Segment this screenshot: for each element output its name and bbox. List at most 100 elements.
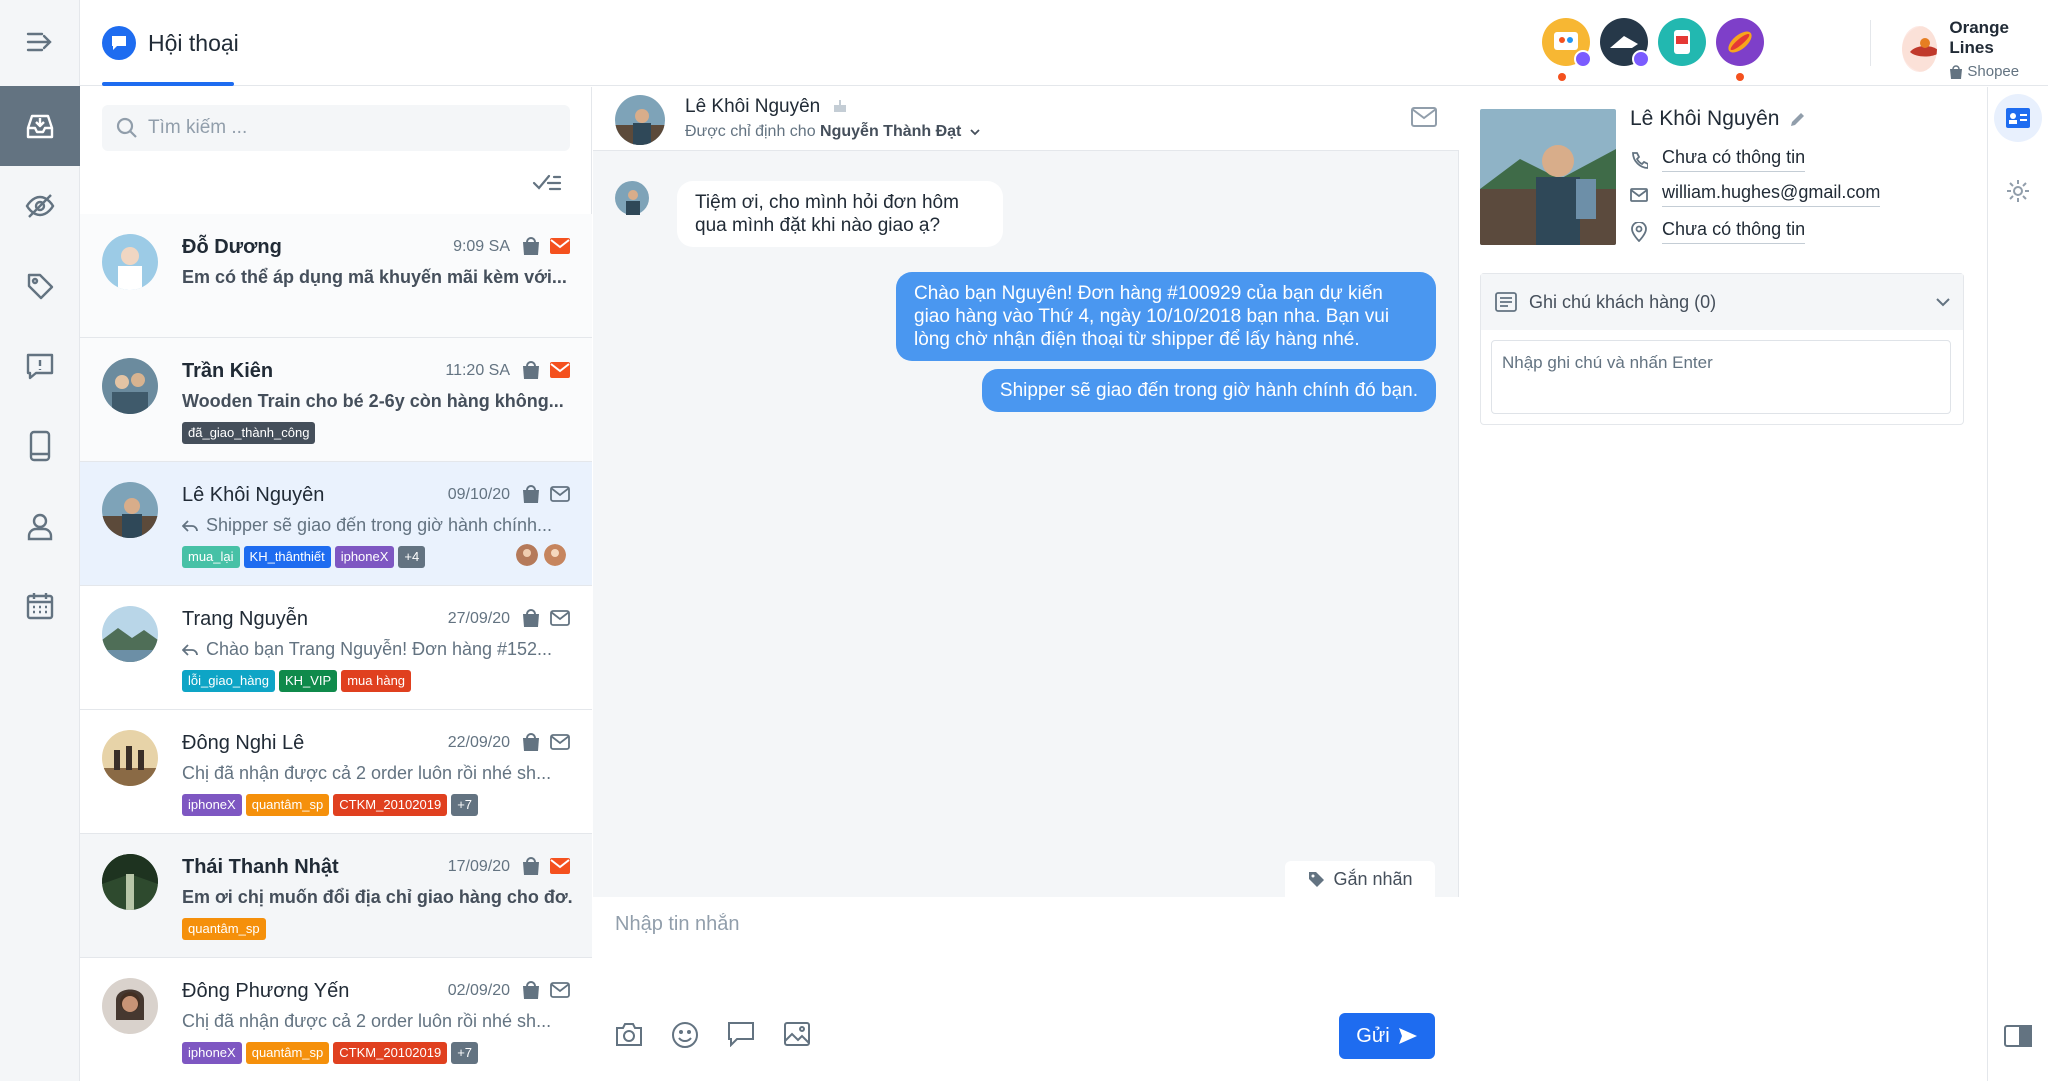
image-gallery-icon[interactable] — [783, 1021, 811, 1047]
tag-list: quantâm_sp — [182, 918, 266, 940]
tag-more[interactable]: +4 — [398, 546, 426, 568]
tag[interactable]: KH_VIP — [278, 670, 338, 692]
email-icon[interactable] — [1411, 107, 1437, 127]
settings-gear-icon[interactable] — [1994, 167, 2042, 215]
contact-name: Đông Phương Yến — [182, 980, 350, 1002]
chat-header: Lê Khôi Nguyên Được chỉ định cho Nguyễn … — [593, 87, 1459, 151]
search-box[interactable] — [102, 105, 570, 151]
timestamp: 9:09 SA — [453, 238, 510, 255]
conversation-item[interactable]: Thái Thanh Nhật 17/09/20 Em ơi chị muốn … — [80, 834, 592, 958]
shopee-icon — [522, 856, 540, 876]
shopee-icon — [522, 360, 540, 380]
tab-conversations[interactable]: Hội thoại — [102, 26, 239, 60]
tag[interactable]: quantâm_sp — [245, 794, 330, 816]
conversation-list: Đỗ Dương 9:09 SA Em có thể áp dụng mã kh… — [80, 87, 592, 1081]
shopee-icon — [522, 980, 540, 1000]
shopee-icon — [522, 732, 540, 752]
avatar — [102, 482, 158, 538]
tag-list: lỗi_giao_hàng KH_VIP mua hàng — [182, 670, 412, 692]
message-input[interactable] — [615, 913, 1435, 973]
search-icon — [116, 117, 137, 138]
page-avatar-2[interactable] — [1600, 18, 1650, 68]
birthday-cake-icon — [833, 100, 846, 112]
note-input[interactable] — [1491, 340, 1951, 414]
unread-mail-icon — [550, 362, 570, 378]
camera-icon[interactable] — [615, 1021, 643, 1047]
page-avatar-3[interactable] — [1658, 18, 1706, 66]
calendar-icon[interactable] — [0, 566, 80, 646]
page-title: Hội thoại — [148, 29, 239, 56]
page-avatar-1[interactable] — [1542, 18, 1592, 68]
conversation-item[interactable]: Đông Phương Yến 02/09/20 Chị đã nhận đượ… — [80, 958, 592, 1081]
shop-avatar — [1902, 26, 1938, 72]
timestamp: 22/09/20 — [447, 734, 510, 751]
shop-switcher[interactable]: Orange Lines Shopee — [1902, 18, 2048, 80]
tag[interactable]: mua_lại — [182, 546, 240, 568]
tag[interactable]: iphoneX — [334, 546, 395, 568]
timestamp: 17/09/20 — [447, 858, 510, 875]
search-input[interactable] — [148, 117, 548, 139]
customer-phone-row[interactable]: Chưa có thông tin — [1630, 147, 1806, 172]
mobile-device-icon[interactable] — [0, 406, 80, 486]
tag-more[interactable]: +7 — [451, 794, 479, 816]
add-tag-button[interactable]: Gắn nhãn — [1285, 861, 1435, 897]
message-preview: Chị đã nhận được cả 2 order luôn rồi nhé… — [182, 1011, 552, 1031]
quick-reply-icon[interactable] — [727, 1021, 755, 1047]
conversation-item-selected[interactable]: Lê Khôi Nguyên 09/10/20 Shipper sẽ giao … — [80, 462, 592, 586]
timestamp: 27/09/20 — [447, 610, 510, 627]
chevron-down-icon — [1936, 298, 1950, 307]
tag[interactable]: quantâm_sp — [245, 1042, 330, 1064]
customer-address-row[interactable]: Chưa có thông tin — [1630, 219, 1806, 244]
tag[interactable]: mua hàng — [341, 670, 412, 692]
page-avatar-4[interactable] — [1716, 18, 1764, 66]
menu-collapse-icon[interactable] — [0, 2, 80, 82]
notes-header[interactable]: Ghi chú khách hàng (0) — [1481, 274, 1963, 330]
inbox-icon[interactable] — [0, 86, 80, 166]
contact-card-icon[interactable] — [1994, 94, 2042, 142]
tag[interactable]: đã_giao_thành_công — [182, 422, 316, 444]
toggle-panel-icon[interactable] — [1994, 1012, 2042, 1060]
location-pin-icon — [1631, 221, 1647, 242]
mail-icon — [1630, 187, 1648, 202]
avatar — [102, 234, 158, 290]
reply-icon — [182, 643, 198, 656]
messenger-icon — [1574, 50, 1592, 68]
chat-panel: Lê Khôi Nguyên Được chỉ định cho Nguyễn … — [593, 87, 1459, 1081]
tag[interactable]: CTKM_20102019 — [333, 794, 448, 816]
contact-name: Thái Thanh Nhật — [182, 856, 339, 878]
customer-name: Lê Khôi Nguyên — [1630, 107, 1807, 131]
unread-mail-icon — [550, 858, 570, 874]
mail-icon — [550, 982, 570, 998]
tag[interactable]: KH_thânthiết — [243, 546, 331, 568]
timestamp: 02/09/20 — [447, 982, 510, 999]
send-button[interactable]: Gửi — [1339, 1013, 1435, 1059]
note-icon — [1495, 292, 1517, 312]
tag[interactable]: CTKM_20102019 — [333, 1042, 448, 1064]
emoji-icon[interactable] — [671, 1021, 699, 1049]
user-icon[interactable] — [0, 486, 80, 566]
conversation-item[interactable]: Trang Nguyễn 27/09/20 Chào bạn Trang Ngu… — [80, 586, 592, 710]
assigned-agent[interactable]: Được chỉ định cho Nguyễn Thành Đạt — [685, 123, 980, 141]
tag[interactable]: lỗi_giao_hàng — [182, 670, 275, 692]
contact-name: Trang Nguyễn — [182, 608, 308, 630]
hidden-eye-icon[interactable] — [0, 166, 80, 246]
customer-email-row[interactable]: william.hughes@gmail.com — [1630, 182, 1881, 207]
conversation-item[interactable]: Trần Kiên 11:20 SA Wooden Train cho bé 2… — [80, 338, 592, 462]
avatar — [615, 95, 665, 145]
conversation-item[interactable]: Đông Nghi Lê 22/09/20 Chị đã nhận được c… — [80, 710, 592, 834]
edit-pencil-icon[interactable] — [1789, 110, 1807, 128]
mark-all-read-icon[interactable] — [532, 171, 562, 195]
message-preview: Shipper sẽ giao đến trong giờ hành chính… — [182, 515, 572, 536]
contact-name: Đông Nghi Lê — [182, 732, 305, 754]
report-message-icon[interactable] — [0, 326, 80, 406]
tag-icon — [1309, 872, 1325, 887]
tag-more[interactable]: +7 — [451, 1042, 479, 1064]
tag[interactable]: iphoneX — [182, 1042, 242, 1064]
mail-icon — [550, 486, 570, 502]
tag[interactable]: iphoneX — [182, 794, 242, 816]
tag[interactable]: quantâm_sp — [182, 918, 266, 940]
notification-dot — [1558, 73, 1566, 81]
tag-icon[interactable] — [0, 246, 80, 326]
message-outgoing: Chào bạn Nguyên! Đơn hàng #100929 của bạ… — [896, 272, 1436, 361]
conversation-item[interactable]: Đỗ Dương 9:09 SA Em có thể áp dụng mã kh… — [80, 214, 592, 338]
